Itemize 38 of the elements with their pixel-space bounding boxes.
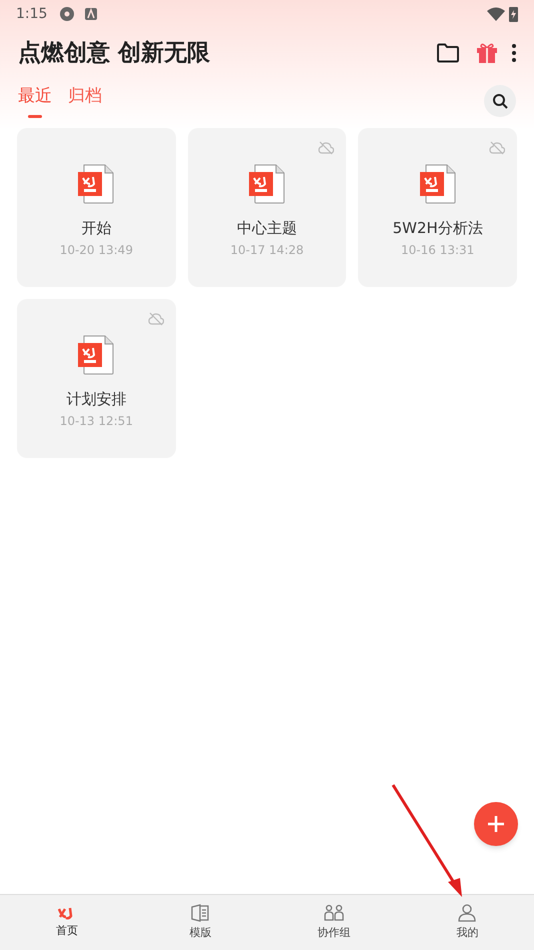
file-card[interactable]: 开始 10-20 13:49 xyxy=(17,128,176,287)
nav-tab[interactable]: 模版 xyxy=(134,895,267,950)
folder-icon[interactable] xyxy=(436,43,460,63)
file-date: 10-17 14:28 xyxy=(230,242,304,258)
add-button[interactable] xyxy=(474,802,518,846)
cloud-off-icon xyxy=(489,141,505,155)
nav-tab[interactable]: 我的 xyxy=(400,895,534,950)
file-name: 5W2H分析法 xyxy=(392,218,483,239)
gift-icon[interactable] xyxy=(476,42,498,64)
people-icon xyxy=(324,904,344,922)
more-icon[interactable] xyxy=(512,44,516,62)
file-date: 10-20 13:49 xyxy=(60,242,133,258)
mindmap-file-icon xyxy=(248,164,285,204)
mindmap-file-icon xyxy=(420,164,456,204)
keyboard-status-icon xyxy=(85,8,98,20)
cloud-off-icon xyxy=(148,312,164,326)
book-icon xyxy=(190,904,210,922)
app-title: 点燃创意 创新无限 xyxy=(18,38,210,68)
nav-tab[interactable]: 首页 xyxy=(0,895,134,950)
file-card[interactable]: 5W2H分析法 10-16 13:31 xyxy=(358,128,517,287)
nav-tab[interactable]: 协作组 xyxy=(267,895,400,950)
file-card[interactable]: 计划安排 10-13 12:51 xyxy=(17,299,176,458)
search-icon xyxy=(492,93,508,109)
person-icon xyxy=(458,904,476,922)
status-time: 1:15 xyxy=(16,4,48,24)
file-name: 中心主题 xyxy=(236,218,297,239)
plus-icon xyxy=(487,815,505,833)
battery-icon xyxy=(509,6,518,22)
wifi-icon xyxy=(487,7,505,21)
sync-status-icon xyxy=(59,6,76,22)
mindmap-file-icon xyxy=(78,164,114,204)
mindmap-file-icon xyxy=(78,335,114,375)
file-date: 10-16 13:31 xyxy=(401,242,474,258)
file-date: 10-13 12:51 xyxy=(60,412,133,430)
file-name: 开始 xyxy=(81,218,112,239)
file-name: 计划安排 xyxy=(66,389,126,410)
cloud-off-icon xyxy=(318,141,334,155)
file-card[interactable]: 中心主题 10-17 14:28 xyxy=(188,128,346,287)
